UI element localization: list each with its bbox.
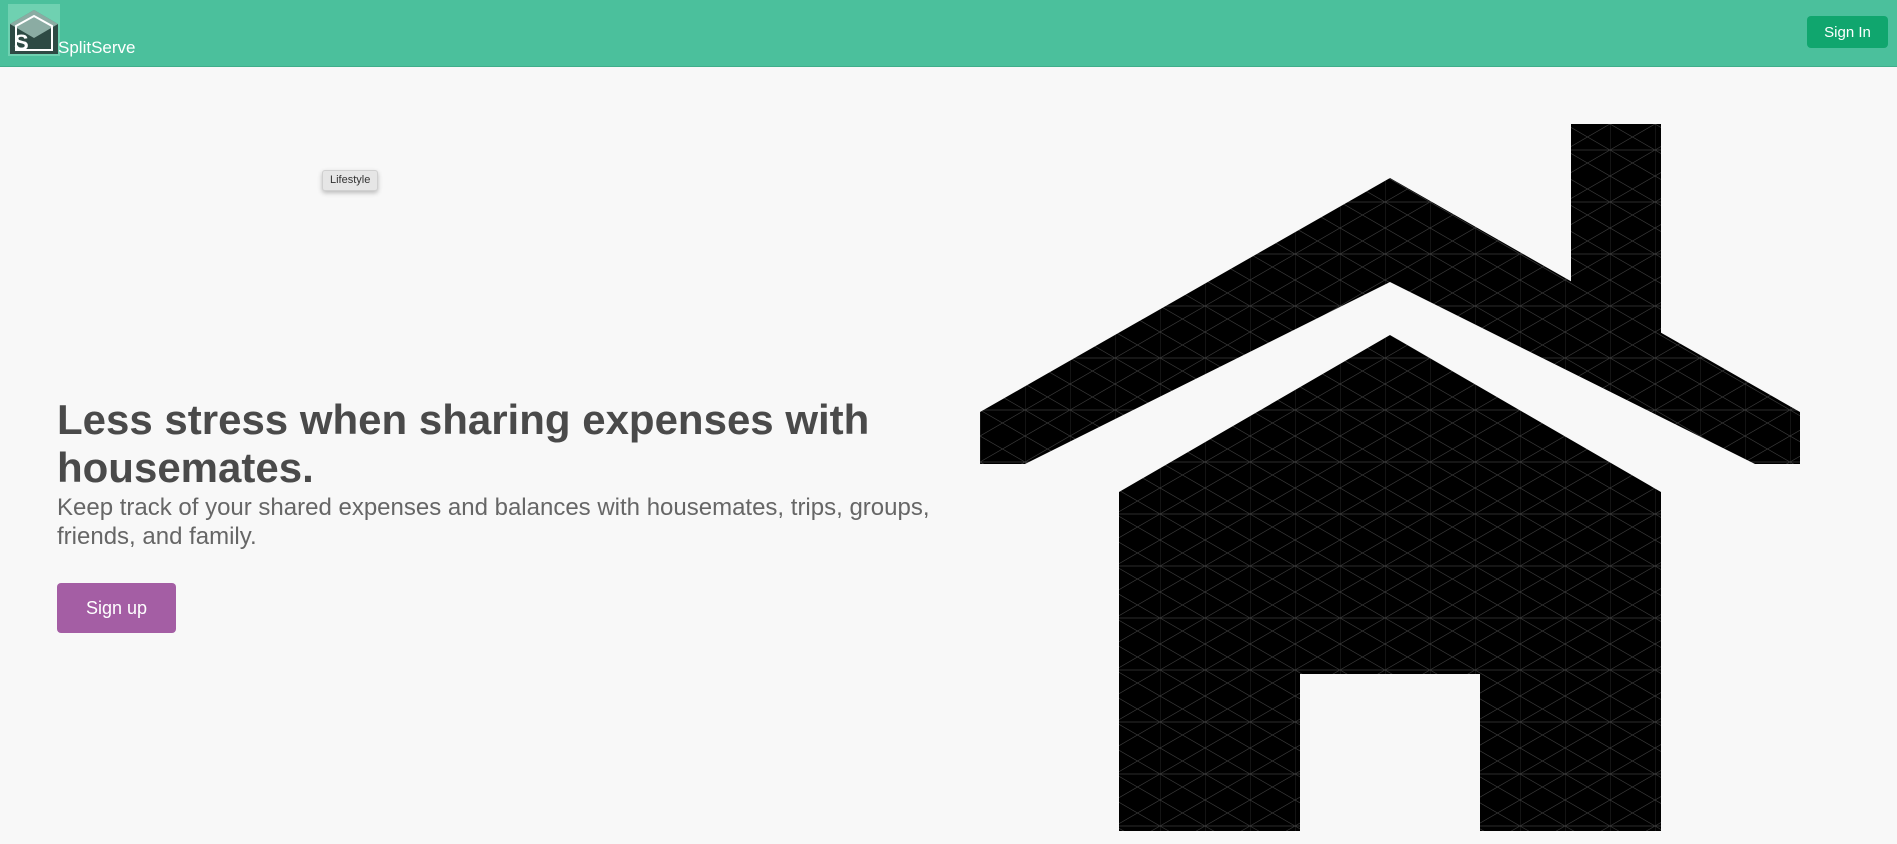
svg-text:S: S [14, 30, 29, 55]
hero-headline: Less stress when sharing expenses with h… [57, 396, 870, 491]
sign-in-button[interactable]: Sign In [1807, 16, 1888, 48]
brand-name[interactable]: SplitServe [58, 38, 135, 58]
top-navbar: S SplitServe Sign In [0, 0, 1897, 67]
category-tag: Lifestyle [322, 170, 379, 191]
house-icon [980, 124, 1800, 831]
splitserve-logo-icon[interactable]: S [8, 4, 60, 56]
sign-up-button[interactable]: Sign up [57, 583, 176, 633]
hero-subtitle: Keep track of your shared expenses and b… [57, 494, 930, 550]
